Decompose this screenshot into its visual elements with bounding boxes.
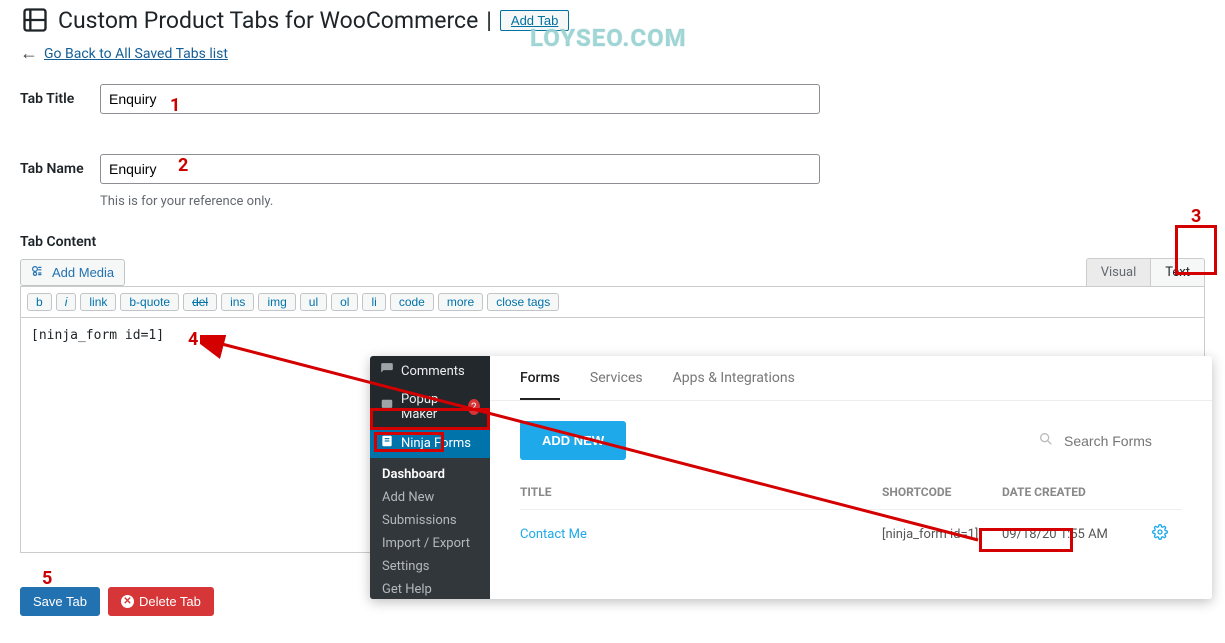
- tab-name-input[interactable]: [100, 154, 820, 184]
- qt-ins[interactable]: ins: [221, 293, 254, 311]
- save-tab-button[interactable]: Save Tab: [20, 587, 100, 616]
- qt-del[interactable]: del: [183, 293, 217, 311]
- qt-closetags[interactable]: close tags: [487, 293, 559, 311]
- wp-admin-sidebar: Comments Popup Maker 2 Ninja Forms Dashb…: [370, 356, 490, 599]
- editor-tab-text[interactable]: Text: [1150, 258, 1205, 286]
- popup-icon: [380, 398, 394, 416]
- add-media-button[interactable]: Add Media: [20, 259, 125, 286]
- qt-ol[interactable]: ol: [331, 293, 358, 311]
- nf-row-date: 09/18/20 1:55 AM: [1002, 527, 1152, 542]
- nf-tab-forms[interactable]: Forms: [520, 366, 560, 400]
- film-icon: [20, 5, 50, 35]
- qt-more[interactable]: more: [438, 293, 483, 311]
- qt-link[interactable]: link: [80, 293, 116, 311]
- col-title: TITLE: [520, 485, 882, 499]
- nf-row-title[interactable]: Contact Me: [520, 527, 882, 542]
- submenu-import-export[interactable]: Import / Export: [370, 532, 490, 555]
- media-icon: [31, 265, 47, 280]
- submenu-get-help[interactable]: Get Help: [370, 578, 490, 599]
- col-date: DATE CREATED: [1002, 485, 1152, 499]
- tab-name-help: This is for your reference only.: [100, 194, 1205, 209]
- tab-name-label: Tab Name: [20, 161, 100, 177]
- qt-i[interactable]: i: [56, 293, 77, 311]
- nf-row-shortcode: [ninja_form id=1]: [882, 527, 1002, 542]
- back-arrow-icon: ←: [20, 43, 38, 64]
- gear-icon[interactable]: [1152, 524, 1182, 544]
- form-icon: [380, 434, 394, 452]
- qt-bquote[interactable]: b-quote: [120, 293, 179, 311]
- delete-tab-button[interactable]: ✕ Delete Tab: [108, 587, 214, 616]
- qt-ul[interactable]: ul: [300, 293, 327, 311]
- annotation-3: 3: [1191, 206, 1201, 227]
- popup-count-badge: 2: [468, 399, 480, 415]
- delete-icon: ✕: [121, 595, 134, 608]
- comments-icon: [380, 362, 394, 380]
- sidebar-label-popup: Popup Maker: [401, 392, 461, 422]
- col-shortcode: SHORTCODE: [882, 485, 1002, 499]
- sidebar-submenu: Dashboard Add New Submissions Import / E…: [370, 458, 490, 599]
- qt-code[interactable]: code: [390, 293, 434, 311]
- nf-search-input[interactable]: [1062, 432, 1182, 450]
- page-title: Custom Product Tabs for WooCommerce: [58, 7, 478, 34]
- ninja-forms-dashboard: Forms Services Apps & Integrations ADD N…: [490, 356, 1212, 599]
- nf-add-new-button[interactable]: ADD NEW: [520, 421, 626, 460]
- qt-li[interactable]: li: [362, 293, 385, 311]
- editor-tab-visual[interactable]: Visual: [1086, 258, 1152, 286]
- nf-table-header: TITLE SHORTCODE DATE CREATED: [520, 485, 1182, 509]
- sidebar-label-comments: Comments: [401, 364, 465, 379]
- qt-b[interactable]: b: [27, 293, 52, 311]
- nf-tab-apps[interactable]: Apps & Integrations: [673, 366, 795, 400]
- submenu-add-new[interactable]: Add New: [370, 486, 490, 509]
- sidebar-label-ninja: Ninja Forms: [401, 436, 471, 451]
- tab-title-input[interactable]: [100, 84, 820, 114]
- nf-tab-services[interactable]: Services: [590, 366, 643, 400]
- tab-content-label: Tab Content: [20, 234, 1205, 250]
- add-media-label: Add Media: [52, 265, 114, 280]
- submenu-settings[interactable]: Settings: [370, 555, 490, 578]
- search-icon: [1038, 431, 1054, 451]
- sidebar-item-popup-maker[interactable]: Popup Maker 2: [370, 386, 490, 428]
- title-separator: |: [486, 7, 492, 34]
- nf-search[interactable]: [1038, 431, 1182, 451]
- annotation-5: 5: [42, 568, 52, 589]
- quicktags-toolbar: b i link b-quote del ins img ul ol li co…: [20, 286, 1205, 317]
- overlay-panel: Comments Popup Maker 2 Ninja Forms Dashb…: [370, 356, 1212, 599]
- sidebar-item-comments[interactable]: Comments: [370, 356, 490, 386]
- tab-title-label: Tab Title: [20, 91, 100, 107]
- back-link[interactable]: Go Back to All Saved Tabs list: [44, 46, 228, 62]
- submenu-dashboard[interactable]: Dashboard: [370, 463, 490, 486]
- nf-table-row: Contact Me [ninja_form id=1] 09/18/20 1:…: [520, 509, 1182, 558]
- add-tab-button[interactable]: Add Tab: [500, 10, 569, 31]
- submenu-submissions[interactable]: Submissions: [370, 509, 490, 532]
- delete-tab-label: Delete Tab: [139, 594, 201, 609]
- sidebar-item-ninja-forms[interactable]: Ninja Forms: [370, 428, 490, 458]
- qt-img[interactable]: img: [258, 293, 295, 311]
